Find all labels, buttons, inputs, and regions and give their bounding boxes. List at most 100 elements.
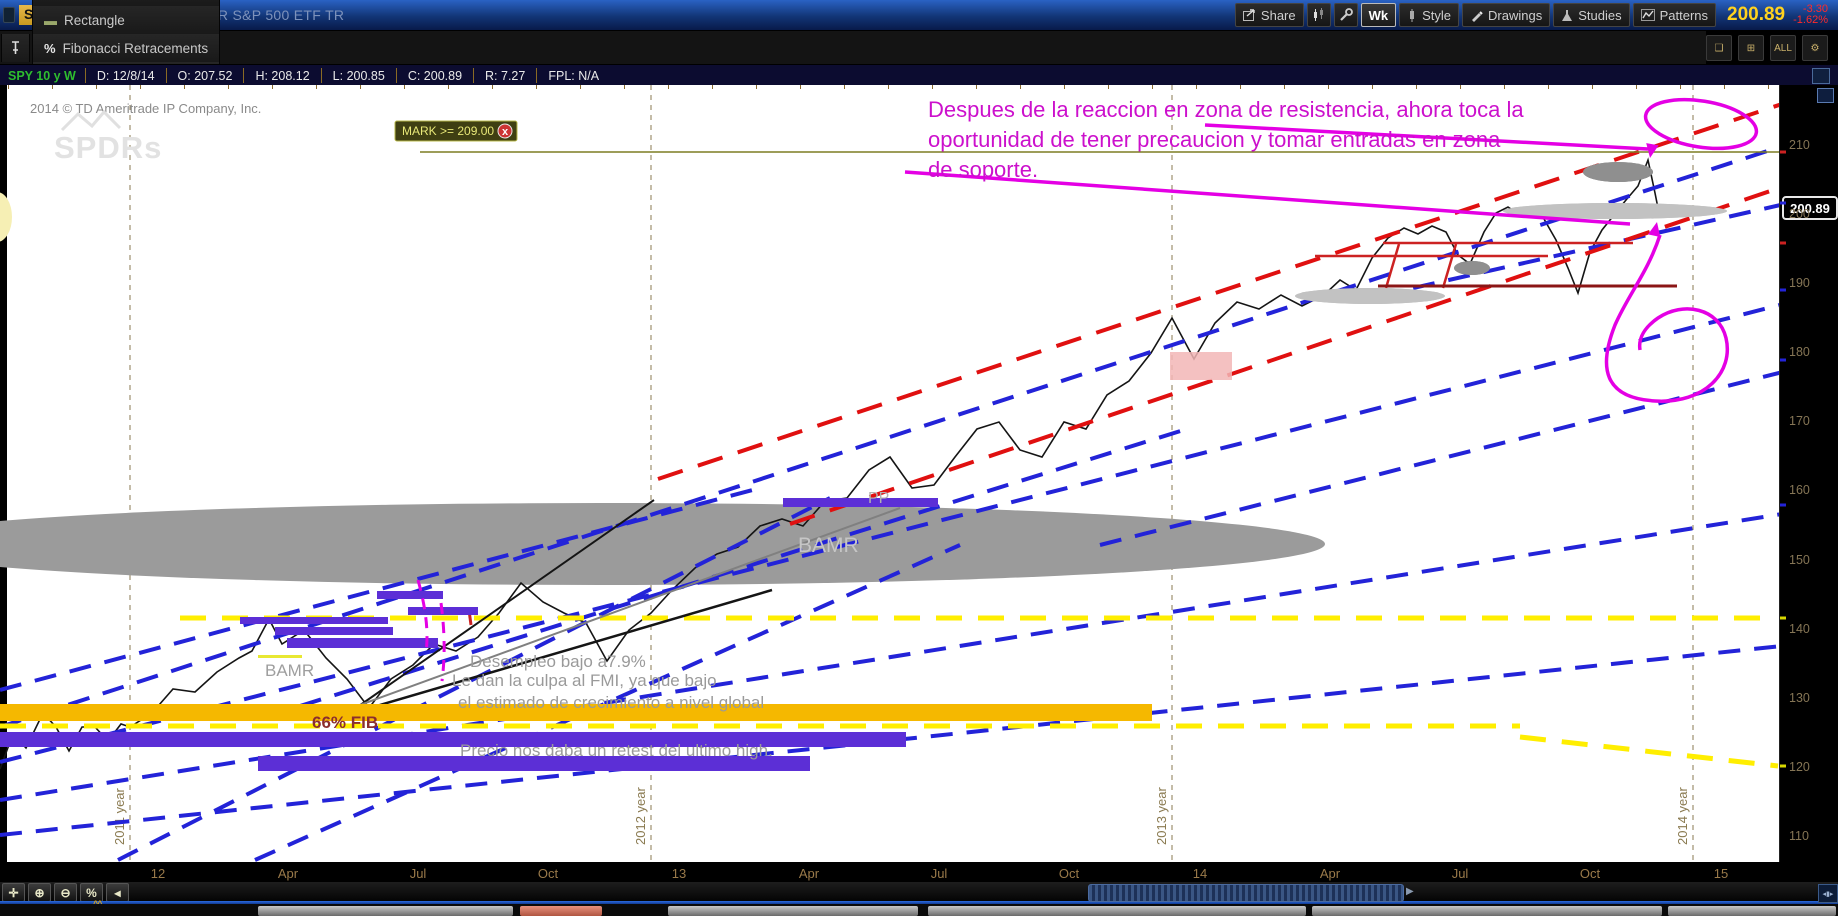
alert-close-x[interactable]: x <box>502 126 509 138</box>
patterns-icon <box>1641 9 1655 21</box>
drawn-ellipse[interactable] <box>1583 162 1653 182</box>
pin-toolbar-icon[interactable] <box>1 34 30 62</box>
time-tick-label: Oct <box>1059 866 1079 881</box>
chart-bottom-controls: ✛⊕⊖%◂ ^^ ▶ ◂▮▸ <box>0 882 1838 904</box>
info-field: C: 200.89 <box>397 69 473 83</box>
info-field: O: 207.52 <box>167 69 244 83</box>
symbol-timeframe-label: SPY 10 y W <box>0 69 85 83</box>
taskbar-window-button[interactable] <box>1312 906 1662 916</box>
header-last-price: 200.89 <box>1727 4 1785 26</box>
taskbar-window-button[interactable] <box>520 906 602 916</box>
zoom-in-icon[interactable]: ⊕ <box>28 883 51 902</box>
chart-type-button[interactable] <box>1307 3 1331 27</box>
app-icon <box>3 7 15 23</box>
zoom-out-icon[interactable]: ⊖ <box>54 883 77 902</box>
header-change: -3.30 -1.62% <box>1793 4 1828 26</box>
candlestick-icon <box>1312 8 1326 22</box>
price-tick-label: 170 <box>1789 414 1810 428</box>
weekly-timeframe-button[interactable]: Wk <box>1361 3 1397 27</box>
single-chart-icon[interactable]: ❑ <box>1706 35 1732 61</box>
time-tick-label: Apr <box>1320 866 1340 881</box>
info-field: H: 208.12 <box>244 69 320 83</box>
change-percent: -1.62% <box>1793 15 1828 26</box>
year-label: 2014 year <box>1675 787 1690 845</box>
time-tick-label: 13 <box>672 866 686 881</box>
drawn-ellipse[interactable] <box>1295 288 1445 304</box>
taskbar-window-button[interactable] <box>258 906 513 916</box>
spdrs-watermark: SPDRs <box>54 130 162 165</box>
fib-retrace-icon: % <box>44 41 56 56</box>
pencil-icon <box>1470 9 1483 22</box>
tools-button[interactable] <box>1334 3 1358 27</box>
zoom-controls: ✛⊕⊖%◂ <box>2 883 129 902</box>
studies-button[interactable]: Studies <box>1553 3 1629 27</box>
tool-fibonacci-retracements[interactable]: % Fibonacci Retracements <box>32 34 220 62</box>
grey-note-text: el estimado de crecimiento a nivel globa… <box>458 693 764 712</box>
price-axis[interactable]: 200.89 210200190180170160150140130120110 <box>1779 85 1838 862</box>
axis-line-marker <box>1780 289 1786 292</box>
info-field: R: 7.27 <box>474 69 536 83</box>
share-button[interactable]: Share <box>1235 3 1304 27</box>
tool-label: Fibonacci Retracements <box>63 41 209 56</box>
studies-label: Studies <box>1578 8 1621 23</box>
axis-line-marker <box>1780 617 1786 620</box>
taskbar-window-button[interactable] <box>668 906 918 916</box>
patterns-button[interactable]: Patterns <box>1633 3 1716 27</box>
grey-note-text: Precio nos daba un retest del ultimo hig… <box>460 741 773 760</box>
time-tick-label: 12 <box>151 866 165 881</box>
drawn-bar[interactable] <box>258 655 302 658</box>
collapse-left-icon[interactable]: ◂ <box>106 883 129 902</box>
drawn-bar[interactable] <box>1170 352 1232 380</box>
drawn-ellipse[interactable] <box>1454 261 1490 275</box>
info-field: FPL: N/A <box>537 69 610 83</box>
price-tick-label: 140 <box>1789 622 1810 636</box>
drawings-button[interactable]: Drawings <box>1462 3 1550 27</box>
time-tick-label: Jul <box>410 866 427 881</box>
axis-line-marker <box>1780 504 1786 507</box>
maximize-chart-icon[interactable] <box>1817 88 1834 103</box>
drawn-bar[interactable] <box>287 638 438 648</box>
drawn-bar[interactable] <box>783 498 938 507</box>
price-tick-label: 110 <box>1789 829 1809 843</box>
chart-canvas[interactable]: 2011 year2012 year2013 year2014 yearMARK… <box>0 85 1779 862</box>
wrench-icon <box>1339 8 1353 22</box>
drawings-label: Drawings <box>1488 8 1542 23</box>
time-tick-label: Oct <box>1580 866 1600 881</box>
pan-icon[interactable]: ✛ <box>2 883 25 902</box>
thinkorswim-window: SPY ▼ 1 SPDR TR S&P 500 ETF TR Share Wk … <box>0 0 1838 916</box>
grey-note-text: Le dan la culpa al FMI, ya que bajo <box>452 671 717 690</box>
title-bar: SPY ▼ 1 SPDR TR S&P 500 ETF TR Share Wk … <box>0 0 1838 30</box>
drawn-bar[interactable] <box>275 627 393 635</box>
taskbar-window-button[interactable] <box>1668 906 1836 916</box>
axis-line-marker <box>1780 242 1786 245</box>
tool-rectangle[interactable]: ▬Rectangle <box>32 6 220 34</box>
magenta-annotation-line: Despues de la reaccion en zona de resist… <box>928 97 1524 122</box>
all-charts-button[interactable]: ALL <box>1770 35 1796 61</box>
drawn-bar[interactable] <box>377 591 443 599</box>
info-field: L: 200.85 <box>322 69 396 83</box>
detach-chart-icon[interactable] <box>1812 68 1830 84</box>
year-label: 2013 year <box>1154 787 1169 845</box>
drawn-bar[interactable] <box>240 617 388 624</box>
time-tick-label: Oct <box>538 866 558 881</box>
style-button[interactable]: Style <box>1399 3 1459 27</box>
time-tick-label: Apr <box>799 866 819 881</box>
style-label: Style <box>1422 8 1451 23</box>
scroll-right-icon[interactable]: ▶ <box>1406 886 1414 897</box>
time-scrollbar-thumb[interactable] <box>1088 884 1404 902</box>
time-axis[interactable]: 12AprJulOct13AprJulOct14AprJulOct15 <box>0 862 1838 882</box>
price-tick-label: 200 <box>1789 207 1810 221</box>
chart-settings-icon[interactable]: ⚙ <box>1802 35 1828 61</box>
pan-left-right-icon[interactable]: ◂▮▸ <box>1818 884 1838 903</box>
year-label: 2012 year <box>633 787 648 845</box>
taskbar-window-button[interactable] <box>928 906 1306 916</box>
patterns-label: Patterns <box>1660 8 1708 23</box>
grid-layout-icon[interactable]: ⊞ <box>1738 35 1764 61</box>
time-tick-label: Jul <box>1452 866 1469 881</box>
price-tick-label: 130 <box>1789 691 1810 705</box>
chart-area[interactable]: 2011 year2012 year2013 year2014 yearMARK… <box>0 85 1779 862</box>
share-icon <box>1243 9 1256 21</box>
price-tick-label: 210 <box>1789 138 1810 152</box>
axis-line-marker <box>1780 151 1786 154</box>
magenta-annotation-line: de soporte. <box>928 157 1038 182</box>
